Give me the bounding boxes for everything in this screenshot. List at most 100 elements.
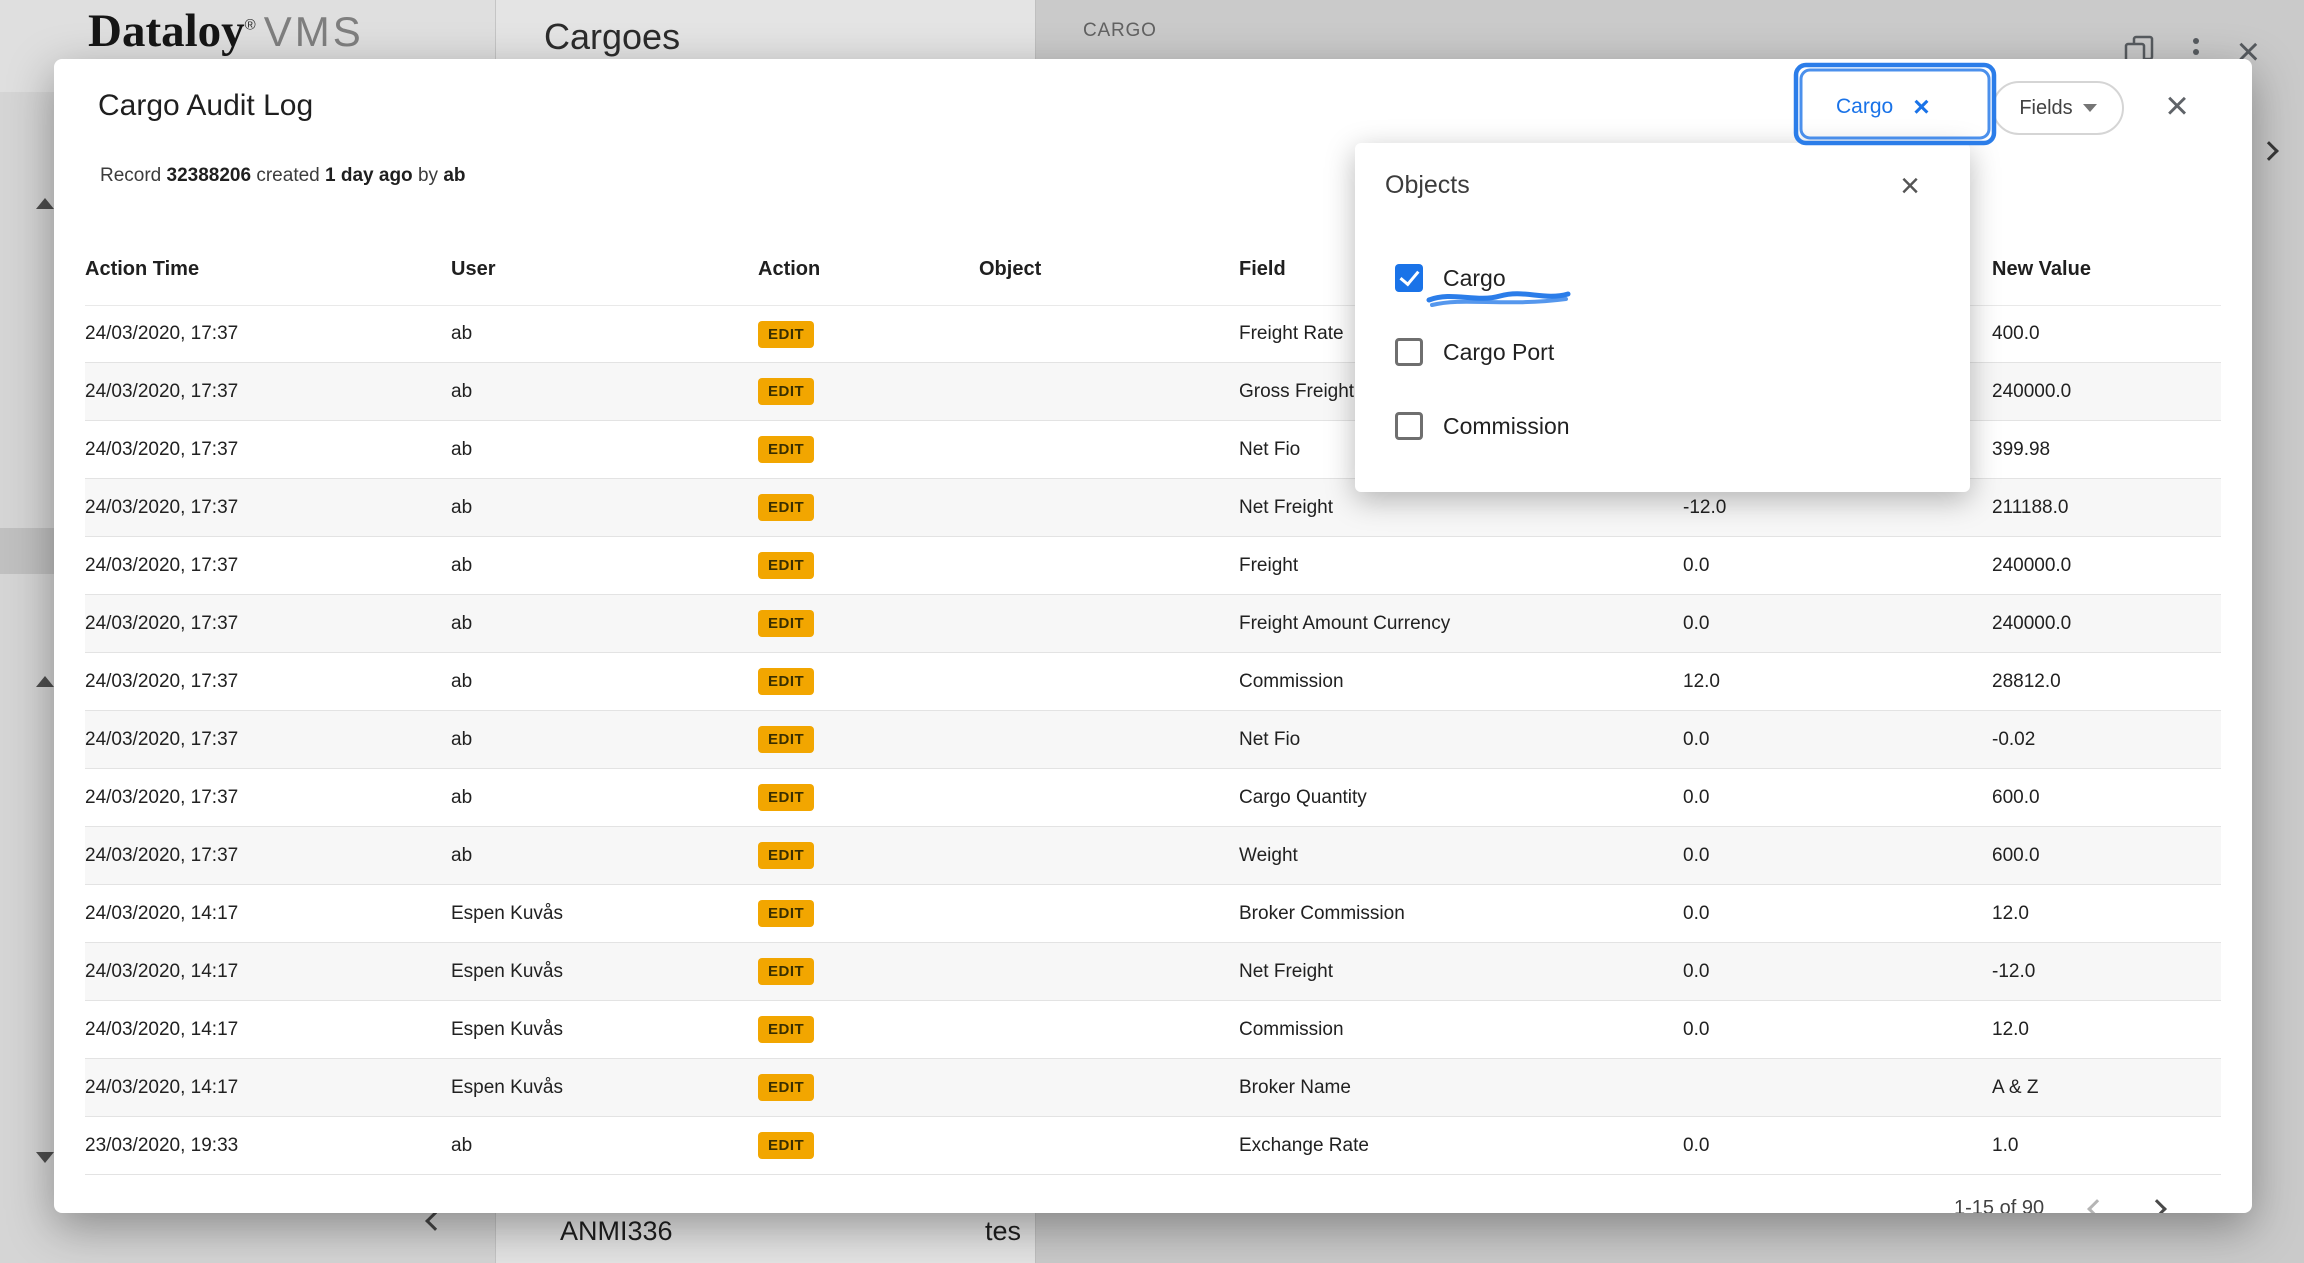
cell-field: Cargo Quantity: [1239, 787, 1683, 809]
action-badge: EDIT: [758, 784, 814, 811]
action-badge: EDIT: [758, 552, 814, 579]
record-author: ab: [443, 165, 465, 186]
cell-user: Espen Kuvås: [451, 1077, 758, 1099]
cell-new-value: 600.0: [1992, 845, 2221, 867]
cell-action-time: 24/03/2020, 17:37: [85, 671, 451, 693]
action-badge: EDIT: [758, 842, 814, 869]
cell-action-time: 24/03/2020, 17:37: [85, 729, 451, 751]
cell-action-time: 24/03/2020, 17:37: [85, 613, 451, 635]
created-ago: 1 day ago: [325, 165, 413, 186]
fields-dropdown-button[interactable]: Fields: [1992, 81, 2124, 135]
cell-action: EDIT: [758, 378, 979, 405]
cell-old-value: 12.0: [1683, 671, 1992, 693]
by-word: by: [418, 165, 438, 186]
action-badge: EDIT: [758, 378, 814, 405]
cell-user: ab: [451, 671, 758, 693]
cell-old-value: 0.0: [1683, 961, 1992, 983]
cell-old-value: 0.0: [1683, 613, 1992, 635]
column-header: Object: [979, 258, 1239, 281]
cell-action: EDIT: [758, 958, 979, 985]
cell-user: ab: [451, 787, 758, 809]
cell-action: EDIT: [758, 552, 979, 579]
previous-page-icon[interactable]: [2087, 1199, 2107, 1213]
cell-new-value: 12.0: [1992, 1019, 2221, 1041]
cell-new-value: 399.98: [1992, 439, 2221, 461]
action-badge: EDIT: [758, 1074, 814, 1101]
cell-user: ab: [451, 1135, 758, 1157]
column-header: New Value: [1992, 258, 2221, 281]
object-option-label: Cargo Port: [1443, 339, 1554, 366]
object-filter-chip[interactable]: Cargo ×: [1814, 79, 1952, 135]
cell-user: ab: [451, 555, 758, 577]
cell-user: ab: [451, 845, 758, 867]
table-row: 24/03/2020, 14:17Espen KuvåsEDITNet Frei…: [85, 943, 2221, 1001]
fields-button-label: Fields: [2019, 97, 2072, 120]
cell-action-time: 24/03/2020, 14:17: [85, 1019, 451, 1041]
cell-new-value: 600.0: [1992, 787, 2221, 809]
cell-action: EDIT: [758, 784, 979, 811]
cell-old-value: 0.0: [1683, 729, 1992, 751]
cell-field: Broker Commission: [1239, 903, 1683, 925]
table-row: 24/03/2020, 17:37abEDITFreight Amount Cu…: [85, 595, 2221, 653]
table-row: 24/03/2020, 17:37abEDITNet Fio0.0-0.02: [85, 711, 2221, 769]
cell-user: Espen Kuvås: [451, 961, 758, 983]
cell-new-value: 240000.0: [1992, 555, 2221, 577]
cell-user: ab: [451, 613, 758, 635]
record-meta-line: Record 32388206 created 1 day ago by ab: [100, 165, 466, 187]
column-header: Action: [758, 258, 979, 281]
cell-new-value: -0.02: [1992, 729, 2221, 751]
table-row: 24/03/2020, 17:37abEDITCommission12.0288…: [85, 653, 2221, 711]
cell-action-time: 24/03/2020, 14:17: [85, 961, 451, 983]
cell-old-value: 0.0: [1683, 787, 1992, 809]
cell-action: EDIT: [758, 842, 979, 869]
object-option-cargo[interactable]: Cargo: [1355, 241, 1970, 315]
cell-new-value: 28812.0: [1992, 671, 2221, 693]
cell-action: EDIT: [758, 321, 979, 348]
cell-action-time: 24/03/2020, 17:37: [85, 845, 451, 867]
object-option-commission[interactable]: Commission: [1355, 389, 1970, 463]
action-badge: EDIT: [758, 900, 814, 927]
checkbox-unchecked-icon[interactable]: [1395, 412, 1423, 440]
cell-action: EDIT: [758, 1074, 979, 1101]
popup-title: Objects: [1385, 171, 1470, 200]
table-row: 24/03/2020, 14:17Espen KuvåsEDITBroker N…: [85, 1059, 2221, 1117]
cell-field: Weight: [1239, 845, 1683, 867]
cell-old-value: 0.0: [1683, 845, 1992, 867]
cell-action-time: 24/03/2020, 17:37: [85, 323, 451, 345]
cell-new-value: 12.0: [1992, 903, 2221, 925]
cell-new-value: 240000.0: [1992, 613, 2221, 635]
table-row: 24/03/2020, 14:17Espen KuvåsEDITCommissi…: [85, 1001, 2221, 1059]
cell-old-value: 0.0: [1683, 555, 1992, 577]
cell-action-time: 24/03/2020, 17:37: [85, 787, 451, 809]
cell-new-value: A & Z: [1992, 1077, 2221, 1099]
cell-old-value: 0.0: [1683, 1019, 1992, 1041]
next-page-icon[interactable]: [2147, 1199, 2167, 1213]
table-row: 23/03/2020, 19:33abEDITExchange Rate0.01…: [85, 1117, 2221, 1175]
cell-new-value: -12.0: [1992, 961, 2221, 983]
cell-action: EDIT: [758, 1132, 979, 1159]
remove-filter-icon[interactable]: ×: [1913, 93, 1929, 121]
table-row: 24/03/2020, 17:37abEDIT Weight0.0600.0: [85, 827, 2221, 885]
cell-new-value: 400.0: [1992, 323, 2221, 345]
object-option-cargo-port[interactable]: Cargo Port: [1355, 315, 1970, 389]
cell-user: ab: [451, 439, 758, 461]
table-row: 24/03/2020, 17:37abEDITFreight0.0240000.…: [85, 537, 2221, 595]
close-modal-icon[interactable]: ×: [2154, 83, 2200, 129]
cell-old-value: 0.0: [1683, 903, 1992, 925]
cell-action: EDIT: [758, 726, 979, 753]
popup-items: Cargo Cargo Port Commission: [1355, 241, 1970, 463]
checkbox-checked-icon[interactable]: [1395, 264, 1423, 292]
column-header: User: [451, 258, 758, 281]
table-row: 24/03/2020, 17:37abEDIT Cargo Quantity0.0…: [85, 769, 2221, 827]
cell-user: ab: [451, 729, 758, 751]
cell-action: EDIT: [758, 1016, 979, 1043]
action-badge: EDIT: [758, 1132, 814, 1159]
cell-action-time: 24/03/2020, 14:17: [85, 1077, 451, 1099]
checkbox-unchecked-icon[interactable]: [1395, 338, 1423, 366]
cell-field: Commission: [1239, 671, 1683, 693]
cell-user: ab: [451, 381, 758, 403]
action-badge: EDIT: [758, 494, 814, 521]
close-popup-icon[interactable]: ×: [1889, 165, 1931, 207]
cell-old-value: -12.0: [1683, 497, 1992, 519]
cell-action-time: 24/03/2020, 17:37: [85, 497, 451, 519]
